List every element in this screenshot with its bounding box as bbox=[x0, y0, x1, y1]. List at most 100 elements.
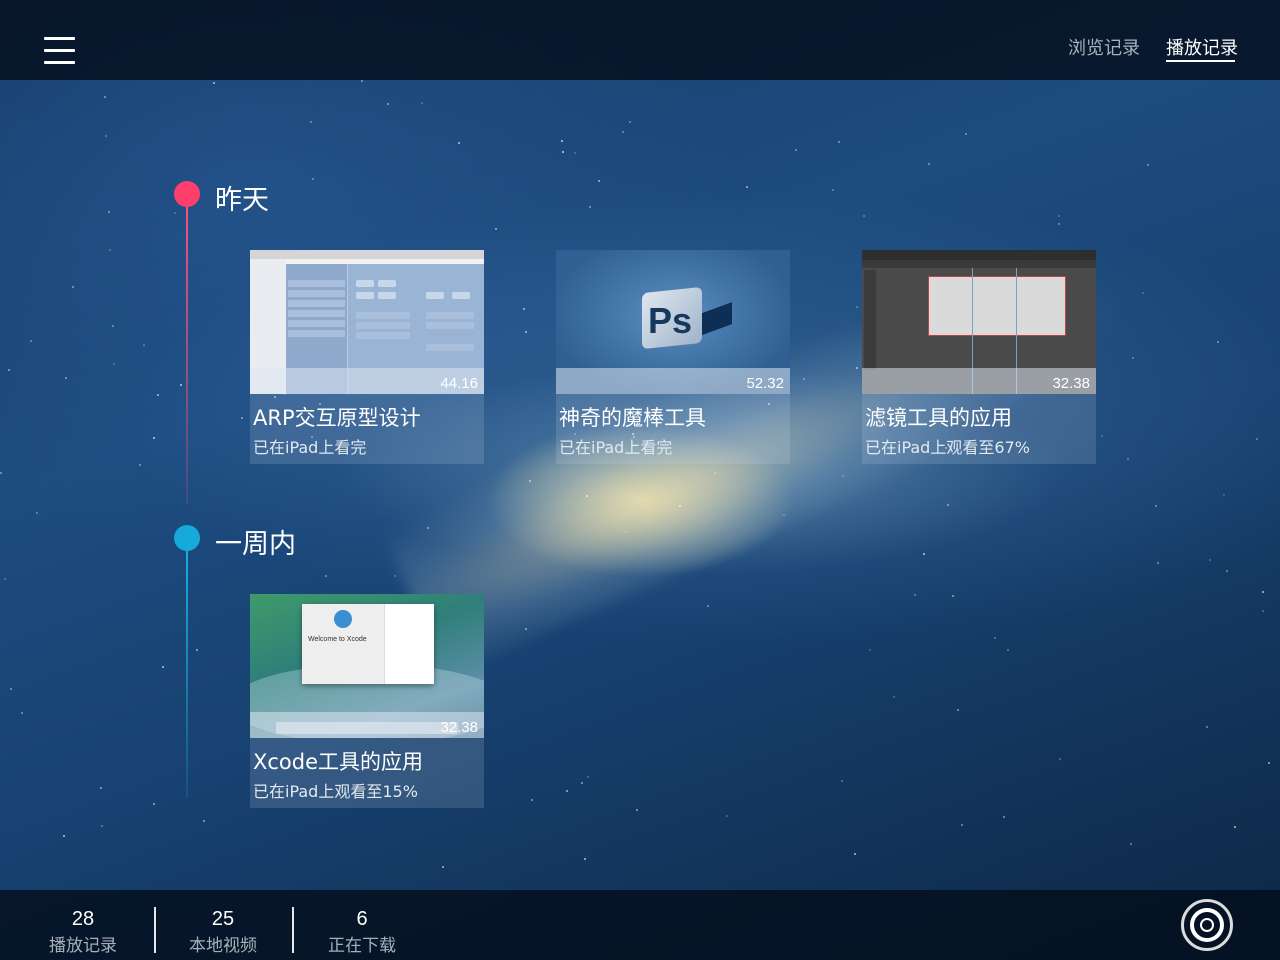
video-duration: 32.38 bbox=[1052, 375, 1090, 392]
star bbox=[589, 206, 591, 208]
star bbox=[856, 367, 858, 369]
star bbox=[574, 152, 576, 154]
hamburger-menu-icon[interactable] bbox=[44, 37, 76, 65]
star bbox=[21, 712, 23, 714]
star bbox=[213, 82, 215, 84]
star bbox=[952, 595, 954, 597]
timeline-line-yesterday bbox=[186, 204, 188, 504]
star bbox=[584, 858, 586, 860]
star bbox=[458, 142, 460, 144]
timeline-dot-week bbox=[174, 525, 200, 551]
video-thumbnail: 32.38 bbox=[862, 250, 1096, 394]
star bbox=[30, 340, 32, 342]
star bbox=[0, 472, 2, 474]
star bbox=[803, 378, 805, 380]
star bbox=[442, 866, 444, 868]
star bbox=[1142, 292, 1144, 294]
star bbox=[783, 514, 785, 516]
star bbox=[529, 480, 531, 482]
star bbox=[1127, 458, 1129, 460]
star bbox=[310, 121, 312, 123]
section-title-yesterday: 昨天 bbox=[215, 185, 269, 216]
star bbox=[994, 637, 996, 639]
photoshop-logo-icon: Ps bbox=[648, 300, 693, 341]
video-title: 神奇的魔棒工具 bbox=[559, 406, 706, 430]
star bbox=[1003, 816, 1005, 818]
star bbox=[587, 776, 589, 778]
star bbox=[196, 649, 198, 651]
xcode-icon bbox=[334, 610, 352, 628]
video-card[interactable]: Welcome to Xcode 32.38 Xcode工具的应用 已在iPad… bbox=[250, 594, 484, 808]
tab-play-history[interactable]: 播放记录 bbox=[1166, 34, 1238, 60]
star bbox=[241, 417, 243, 419]
video-card[interactable]: Ps 52.32 神奇的魔棒工具 已在iPad上看完 bbox=[556, 250, 790, 464]
watch-status: 已在iPad上看完 bbox=[253, 438, 367, 457]
record-target-icon[interactable] bbox=[1181, 899, 1233, 951]
star bbox=[8, 369, 10, 371]
star bbox=[109, 249, 111, 251]
star bbox=[1262, 610, 1264, 612]
top-bar: 浏览记录 播放记录 bbox=[0, 0, 1280, 80]
star bbox=[869, 649, 871, 651]
star bbox=[427, 527, 429, 529]
star bbox=[104, 96, 106, 98]
star bbox=[157, 394, 159, 396]
duration-bar: 32.38 bbox=[250, 712, 484, 738]
star bbox=[957, 709, 959, 711]
star bbox=[598, 180, 600, 182]
star bbox=[746, 186, 748, 188]
star bbox=[1223, 494, 1225, 496]
video-thumbnail: Ps 52.32 bbox=[556, 250, 790, 394]
watch-status: 已在iPad上观看至15% bbox=[253, 782, 418, 801]
star bbox=[143, 344, 145, 346]
star bbox=[832, 189, 834, 191]
video-duration: 44.16 bbox=[440, 375, 478, 392]
video-card[interactable]: 32.38 滤镜工具的应用 已在iPad上观看至67% bbox=[862, 250, 1096, 464]
star bbox=[714, 472, 716, 474]
star bbox=[562, 151, 564, 153]
video-card[interactable]: 44.16 ARP交互原型设计 已在iPad上看完 bbox=[250, 250, 484, 464]
star bbox=[325, 575, 327, 577]
star bbox=[139, 464, 141, 466]
star bbox=[495, 228, 497, 230]
star bbox=[72, 286, 74, 288]
star bbox=[531, 799, 533, 801]
star bbox=[153, 437, 155, 439]
star bbox=[1226, 570, 1228, 572]
video-title: 滤镜工具的应用 bbox=[865, 406, 1012, 430]
star bbox=[1130, 843, 1132, 845]
star bbox=[10, 688, 12, 690]
video-thumbnail: 44.16 bbox=[250, 250, 484, 394]
star bbox=[1007, 649, 1009, 651]
stat-label: 播放记录 bbox=[49, 936, 117, 956]
tab-browse-history[interactable]: 浏览记录 bbox=[1068, 34, 1140, 60]
stat-count: 6 bbox=[356, 908, 368, 930]
star bbox=[1206, 726, 1208, 728]
star bbox=[726, 815, 728, 817]
star bbox=[1147, 164, 1149, 166]
star bbox=[113, 363, 115, 365]
video-title: ARP交互原型设计 bbox=[253, 406, 421, 430]
duration-bar: 32.38 bbox=[862, 368, 1096, 394]
video-title: Xcode工具的应用 bbox=[253, 750, 424, 774]
star bbox=[180, 384, 182, 386]
star bbox=[105, 135, 107, 137]
video-duration: 32.38 bbox=[440, 719, 478, 736]
star bbox=[153, 803, 155, 805]
star bbox=[928, 163, 930, 165]
star bbox=[923, 553, 925, 555]
star bbox=[856, 306, 858, 308]
star bbox=[1132, 357, 1134, 359]
star bbox=[1256, 438, 1258, 440]
star bbox=[1209, 559, 1211, 561]
star bbox=[1101, 435, 1103, 437]
star bbox=[100, 787, 102, 789]
star bbox=[4, 578, 6, 580]
star bbox=[361, 80, 363, 82]
star bbox=[795, 149, 797, 151]
star bbox=[581, 782, 583, 784]
stat-count: 28 bbox=[71, 908, 95, 930]
star bbox=[394, 575, 396, 577]
star bbox=[101, 825, 103, 827]
star bbox=[1155, 505, 1157, 507]
